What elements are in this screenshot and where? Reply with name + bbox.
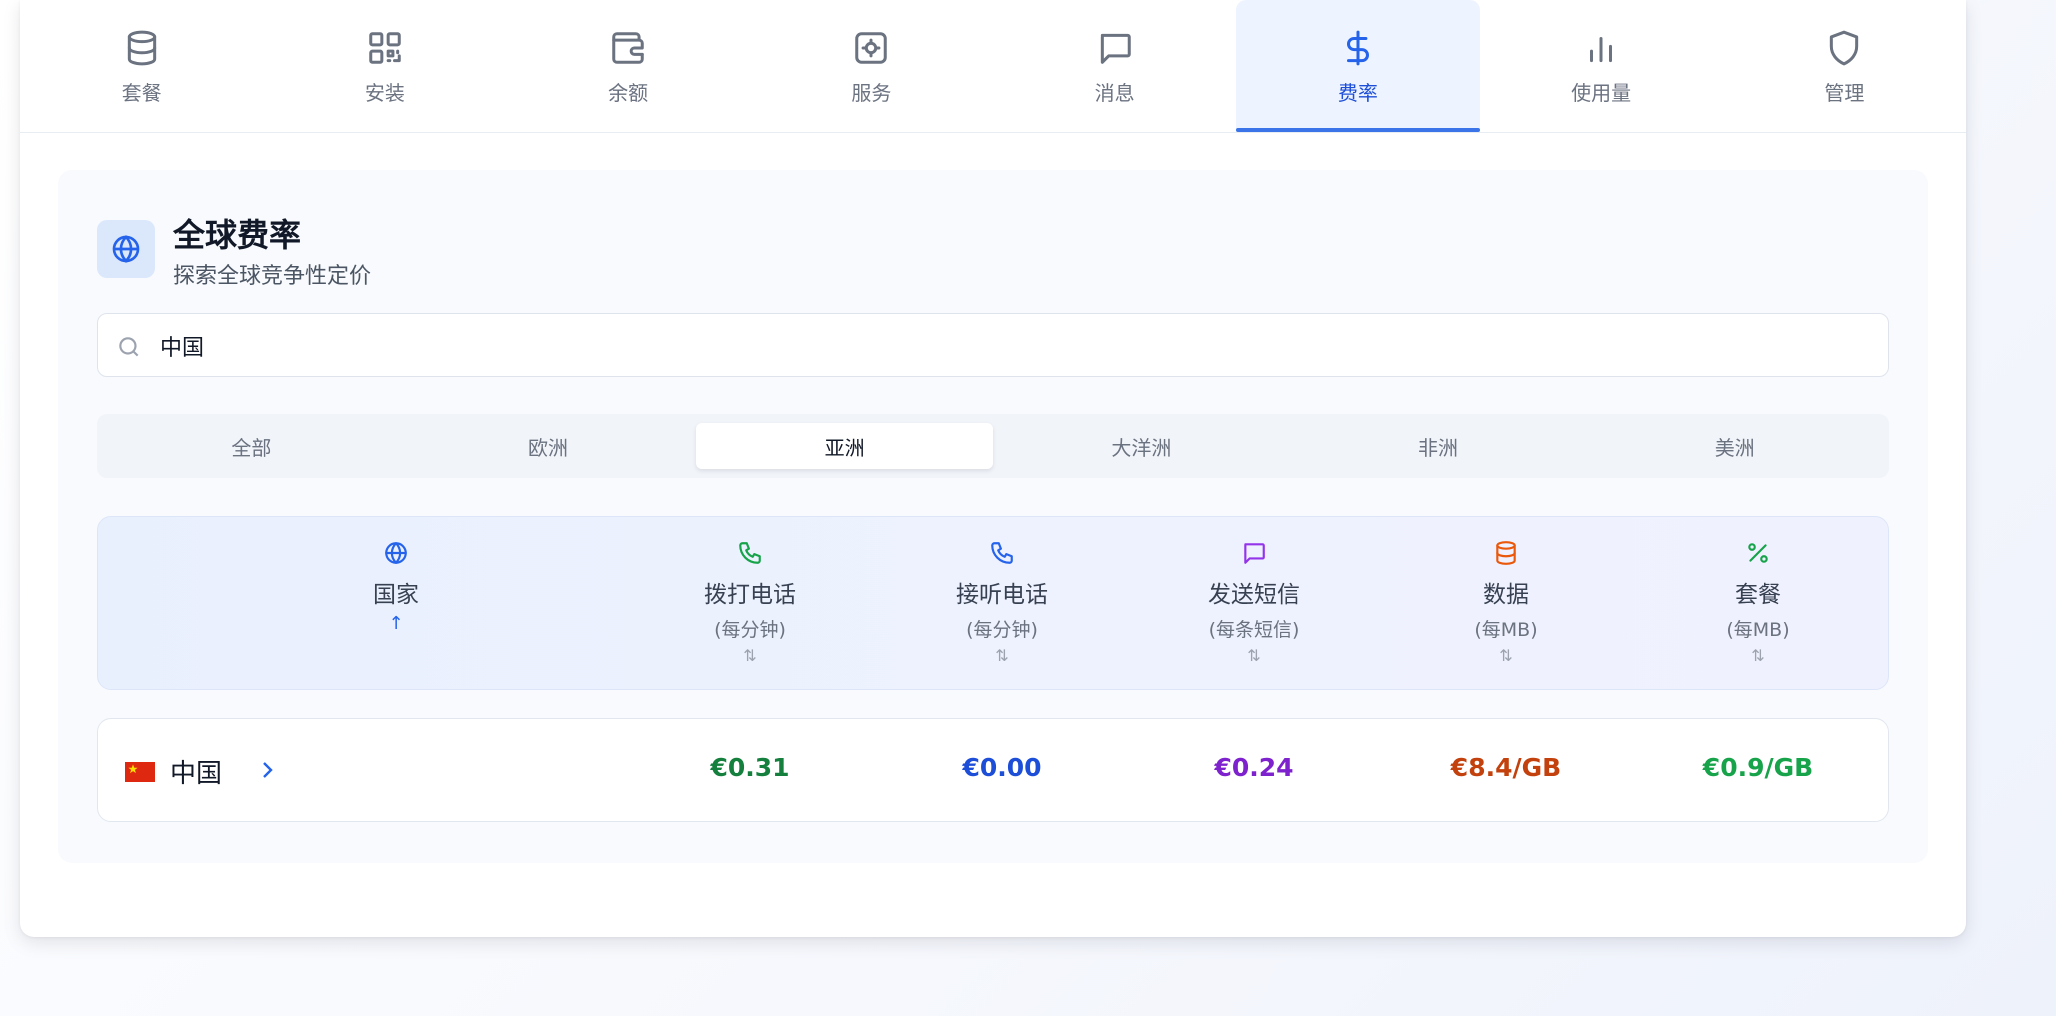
nav-item-admin[interactable]: 管理 [1723, 0, 1966, 132]
column-title: 拨打电话 [704, 582, 796, 608]
database-icon [1492, 539, 1520, 567]
nav-item-install[interactable]: 安装 [263, 0, 506, 132]
china-flag-icon [125, 762, 155, 782]
search-input[interactable] [160, 326, 1860, 366]
rates-table-header: 国家 ↑ 拨打电话 (每分钟) ⇅ 接听电话 (每分钟) ⇅ 发送短信 (每条短… [97, 516, 1889, 690]
sort-icon: ⇅ [1247, 646, 1261, 665]
column-outgoing-call[interactable]: 拨打电话 (每分钟) ⇅ [650, 517, 850, 689]
sort-icon: ⇅ [1751, 646, 1765, 665]
nav-item-usage[interactable]: 使用量 [1480, 0, 1723, 132]
column-data[interactable]: 数据 (每MB) ⇅ [1406, 517, 1606, 689]
nav-label: 套餐 [121, 81, 162, 105]
outgoing-call-rate: €0.31 [710, 753, 790, 782]
search-box [97, 313, 1889, 377]
column-incoming-call[interactable]: 接听电话 (每分钟) ⇅ [902, 517, 1102, 689]
nav-item-service[interactable]: 服务 [750, 0, 993, 132]
nav-label: 费率 [1337, 81, 1378, 105]
data-rate: €8.4/GB [1450, 753, 1562, 782]
incoming-call-rate: €0.00 [962, 753, 1042, 782]
percent-icon [1744, 539, 1772, 567]
country-name: 中国 [170, 759, 223, 789]
nav-item-plans[interactable]: 套餐 [20, 0, 263, 132]
column-title: 接听电话 [956, 582, 1048, 608]
tab-africa[interactable]: 非洲 [1290, 423, 1587, 469]
message-icon [1240, 539, 1268, 567]
sort-asc-icon: ↑ [388, 613, 404, 634]
main-card: 套餐 安装 余额 服务 消息 费率 使用量 管理 全球费率 探索全球竞争性定价 … [20, 0, 1966, 937]
column-title: 数据 [1483, 582, 1529, 608]
nav-label: 余额 [608, 81, 649, 105]
nav-label: 消息 [1094, 81, 1135, 105]
sort-icon: ⇅ [743, 646, 757, 665]
region-tabs: 全部 欧洲 亚洲 大洋洲 非洲 美洲 [97, 414, 1889, 478]
sort-icon: ⇅ [1499, 646, 1513, 665]
shield-icon [1824, 28, 1864, 68]
plan-rate: €0.9/GB [1702, 753, 1814, 782]
nav-label: 安装 [364, 81, 405, 105]
wallet-icon [608, 28, 648, 68]
globe-icon [97, 220, 155, 278]
page-title: 全球费率 [173, 216, 302, 254]
column-unit: (每MB) [1474, 619, 1538, 641]
dollar-icon [1338, 28, 1378, 68]
nav-item-balance[interactable]: 余额 [507, 0, 750, 132]
column-plan[interactable]: 套餐 (每MB) ⇅ [1658, 517, 1858, 689]
search-icon [116, 334, 142, 360]
tab-americas[interactable]: 美洲 [1586, 423, 1883, 469]
column-unit: (每分钟) [966, 619, 1038, 641]
nav-label: 服务 [851, 81, 892, 105]
nav-item-rates[interactable]: 费率 [1236, 0, 1480, 132]
tab-europe[interactable]: 欧洲 [400, 423, 697, 469]
column-title: 发送短信 [1208, 582, 1300, 608]
message-icon [1095, 28, 1135, 68]
column-sms[interactable]: 发送短信 (每条短信) ⇅ [1154, 517, 1354, 689]
sms-rate: €0.24 [1214, 753, 1294, 782]
column-unit: (每MB) [1726, 619, 1790, 641]
bar-chart-icon [1581, 28, 1621, 68]
tab-oceania[interactable]: 大洋洲 [993, 423, 1290, 469]
column-title: 套餐 [1735, 582, 1781, 608]
nav-item-messages[interactable]: 消息 [993, 0, 1236, 132]
column-country[interactable]: 国家 ↑ [296, 517, 496, 689]
database-icon [122, 28, 162, 68]
phone-icon [988, 539, 1016, 567]
column-unit: (每分钟) [714, 619, 786, 641]
tab-asia[interactable]: 亚洲 [696, 423, 994, 469]
table-row[interactable]: 中国 €0.31 €0.00 €0.24 €8.4/GB €0.9/GB [97, 718, 1889, 822]
nav-label: 管理 [1824, 81, 1865, 105]
top-nav: 套餐 安装 余额 服务 消息 费率 使用量 管理 [20, 0, 1966, 133]
rates-panel: 全球费率 探索全球竞争性定价 全部 欧洲 亚洲 大洋洲 非洲 美洲 国家 ↑ [58, 170, 1928, 863]
page-subtitle: 探索全球竞争性定价 [173, 264, 372, 289]
tab-all[interactable]: 全部 [103, 423, 400, 469]
service-icon [851, 28, 891, 68]
nav-label: 使用量 [1571, 81, 1632, 105]
globe-icon [382, 539, 410, 567]
qr-code-icon [365, 28, 405, 68]
column-unit: (每条短信) [1208, 619, 1300, 641]
phone-icon [736, 539, 764, 567]
chevron-right-icon[interactable] [256, 755, 280, 785]
sort-icon: ⇅ [995, 646, 1009, 665]
column-title: 国家 [373, 582, 419, 608]
